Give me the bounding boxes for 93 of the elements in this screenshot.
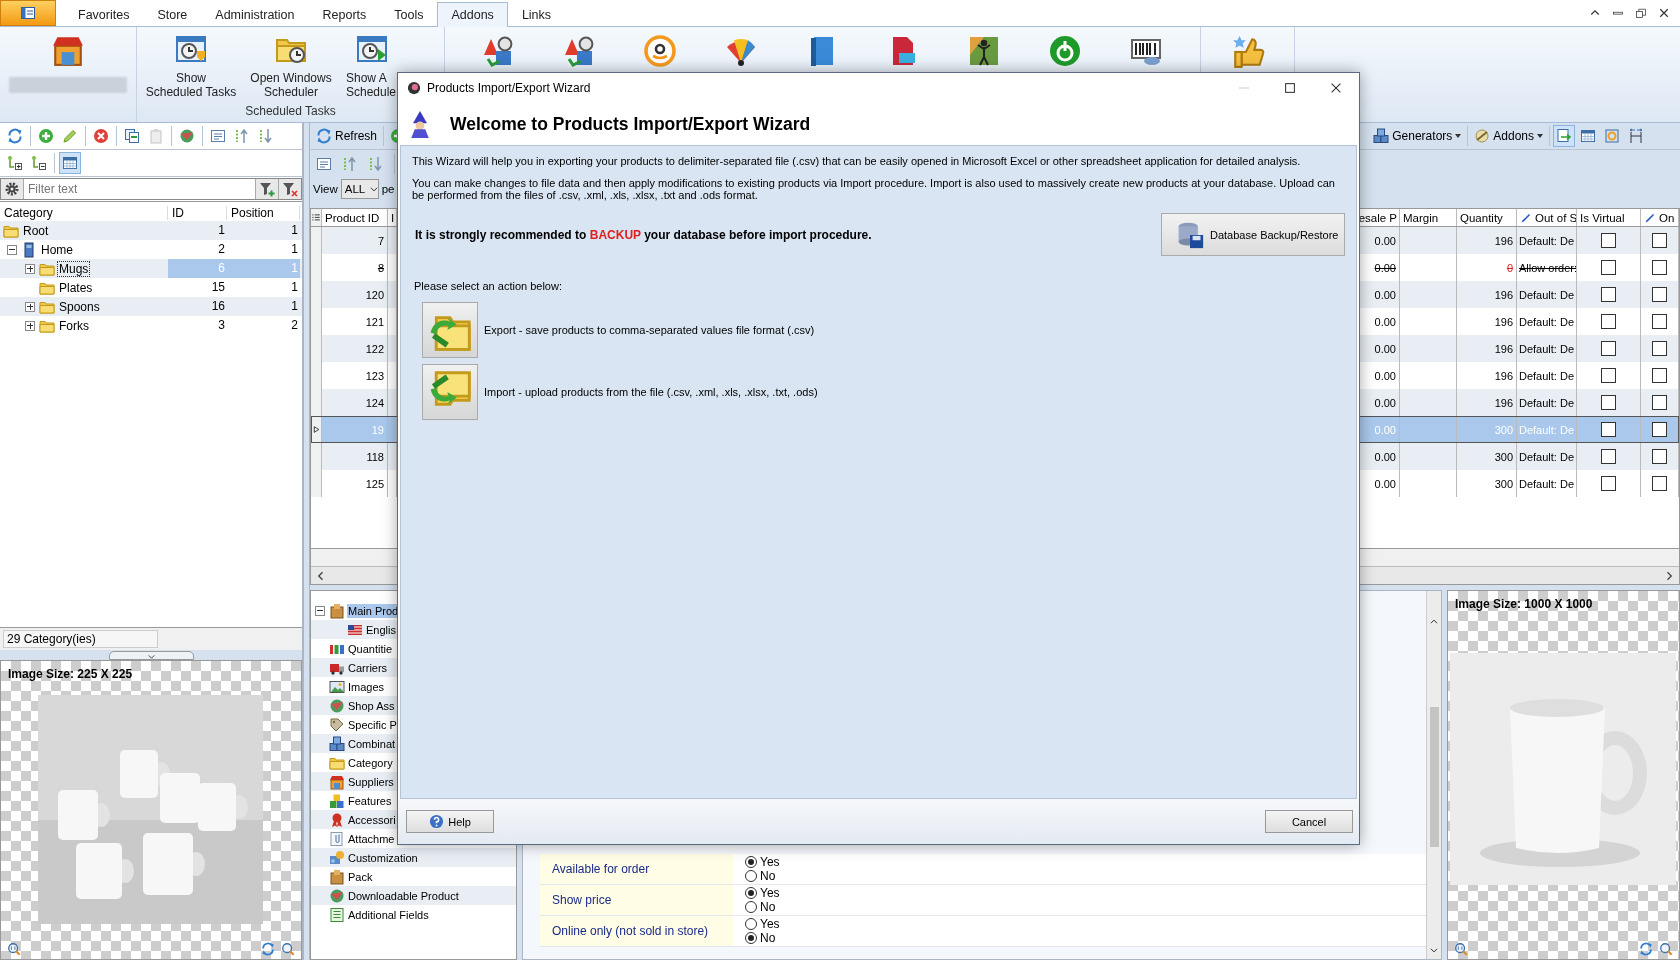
table-cell: 300: [1457, 470, 1517, 497]
choice-label[interactable]: No: [760, 931, 776, 945]
section-name: Combinat: [347, 736, 397, 751]
cancel-button[interactable]: Cancel: [1265, 810, 1353, 833]
view-dropdown[interactable]: ALL: [340, 179, 379, 199]
table-cell-text: 1: [217, 222, 226, 239]
table-cell-text: 1: [290, 222, 299, 239]
view-label: View: [313, 183, 338, 195]
table-cell: Default: De: [1517, 470, 1577, 497]
image-size-label: Image Size: 225 X 225: [7, 666, 134, 683]
section-name: Accessori: [347, 812, 397, 827]
choice-label[interactable]: No: [760, 900, 776, 914]
menu-tab[interactable]: Reports: [308, 2, 381, 26]
category-name[interactable]: Plates: [57, 279, 95, 296]
table-cell-text: 2: [290, 317, 299, 334]
section-name: Customization: [347, 850, 419, 865]
column-header[interactable]: Out of S: [1517, 209, 1577, 226]
window-title: Products Import/Export Wizard: [427, 81, 591, 95]
tree-row[interactable]: Downloadable Product: [311, 886, 516, 905]
warning-text: It is strongly recommended to BACKUP your database before import procedure.: [415, 227, 872, 242]
addons-button[interactable]: Addons: [1471, 125, 1546, 147]
description-text: This Wizard will help you in exporting your products to delimiter-separated file (.csv) that can be easily opened in Microsoft Excel or other spreadsheet application for detailed analysis.: [412, 155, 1302, 167]
category-name[interactable]: Root: [21, 222, 51, 239]
tree-row[interactable]: Root 1 1: [0, 221, 302, 240]
category-name[interactable]: Spoons: [57, 298, 102, 315]
table-cell: 1: [227, 259, 300, 278]
backup-button[interactable]: Database Backup/Restore: [1161, 213, 1345, 256]
status-text: 29 Category(ies): [3, 630, 158, 648]
table-cell-text: 1: [290, 241, 299, 258]
choice-label[interactable]: Yes: [760, 886, 780, 900]
dialog-heading: Welcome to Products Import/Export Wizard: [450, 113, 811, 135]
table-cell-text: 2: [217, 241, 226, 258]
section-name: Specific P: [347, 717, 398, 732]
prompt-text: Please select an action below:: [414, 280, 563, 292]
menu-tab[interactable]: Favorites: [64, 2, 144, 26]
choice-label[interactable]: Yes: [760, 917, 780, 931]
menu-tab[interactable]: Addons: [437, 2, 508, 27]
refresh-button[interactable]: Refresh: [313, 125, 381, 147]
help-button[interactable]: Help: [406, 810, 494, 833]
tree-row[interactable]: Customization: [311, 848, 516, 867]
image-size-label: Image Size: 1000 X 1000: [1454, 596, 1594, 613]
action-description: Export - save products to comma-separated values file format (.csv): [484, 324, 815, 336]
table-cell-text: 3: [217, 317, 226, 334]
section-name: Pack: [347, 869, 374, 884]
section-name: Carriers: [347, 660, 389, 675]
category-name[interactable]: Mugs: [57, 260, 91, 277]
section-name: Quantitie: [347, 641, 394, 656]
choice-label[interactable]: No: [760, 869, 776, 883]
option-label: Online only (not sold in store): [540, 916, 733, 946]
ribbon-button[interactable]: Show Scheduled Tasks: [141, 33, 241, 104]
menu-tab[interactable]: Administration: [201, 2, 309, 26]
section-name: Main Prod: [347, 603, 400, 618]
tree-row[interactable]: Mugs 6 1: [0, 259, 302, 278]
section-name: Features: [347, 793, 393, 808]
column-header[interactable]: ID: [168, 205, 227, 220]
action-description: Import - upload products from the file (.csv, .xml, .xls, .xlsx, .txt, .ods): [484, 386, 818, 398]
table-cell-text: 16: [210, 298, 226, 315]
filter-box[interactable]: Filter text: [0, 178, 302, 200]
menu-tab[interactable]: Store: [143, 2, 202, 26]
section-name: Englis: [365, 622, 397, 637]
ribbon-button[interactable]: Open Windows Scheduler: [243, 33, 339, 104]
section-name: Attachme: [347, 831, 396, 846]
section-name: Additional Fields: [347, 907, 430, 922]
column-header[interactable]: Product ID: [322, 209, 388, 226]
table-cell-text: 1: [290, 279, 299, 296]
category-name[interactable]: Forks: [57, 317, 91, 334]
per-page-label: pe: [381, 183, 395, 195]
section-name: Category: [347, 755, 394, 770]
section-name: Suppliers: [347, 774, 395, 789]
column-header[interactable]: On: [1641, 209, 1679, 226]
column-header[interactable]: Category: [0, 205, 168, 220]
description-text: You can make changes to file data and then apply modifications to existing products via Import procedure. Import is also used to massively create new products at your database. Upload can be performed from the files of .csv, .xml, .xls, .xlsx, .txt and .ods format.: [412, 177, 1336, 201]
table-cell: 125: [322, 470, 388, 497]
table-cell-text: 1: [290, 298, 299, 315]
section-name: Downloadable Product: [347, 888, 460, 903]
option-label: Available for order: [540, 854, 733, 884]
column-header[interactable]: Margin: [1400, 209, 1457, 226]
tree-row[interactable]: Spoons 16 1: [0, 297, 302, 316]
table-cell-text: 15: [210, 279, 226, 296]
column-header[interactable]: Is Virtual: [1577, 209, 1641, 226]
table-cell: 6: [168, 259, 227, 278]
column-header[interactable]: Quantity: [1457, 209, 1517, 226]
category-name[interactable]: Home: [39, 241, 75, 258]
section-name: Shop Ass: [347, 698, 396, 713]
column-header[interactable]: Position: [227, 205, 300, 220]
menu-tab[interactable]: Tools: [380, 2, 438, 26]
option-label: Show price: [540, 885, 733, 915]
section-name: Images: [347, 679, 386, 694]
ribbon-button[interactable]: Show A Schedule: [346, 33, 398, 104]
menu-tab[interactable]: Links: [507, 2, 566, 26]
group-label: Scheduled Tasks: [244, 104, 337, 118]
generators-button[interactable]: Generators: [1370, 125, 1465, 147]
choice-label[interactable]: Yes: [760, 855, 780, 869]
